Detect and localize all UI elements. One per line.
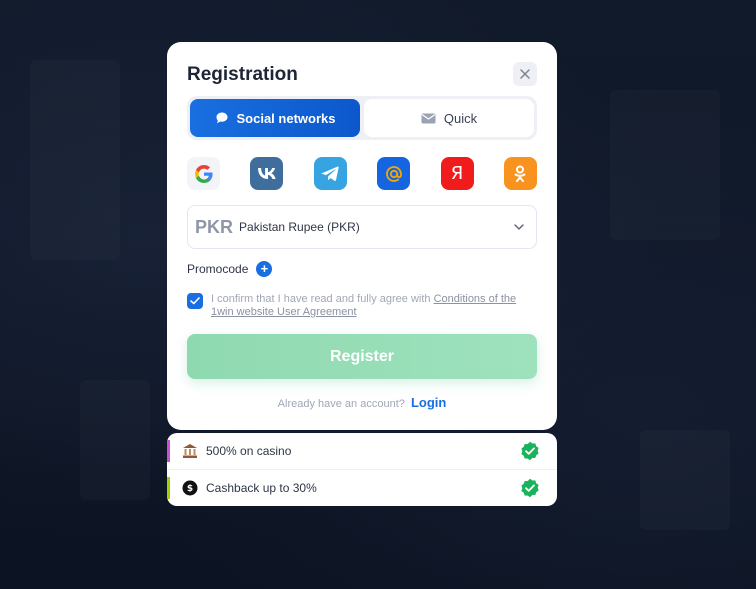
close-button[interactable] [513,62,537,86]
google-icon [194,164,213,183]
bonus-row-cashback: $ Cashback up to 30% [167,469,557,505]
checkmark-icon [190,297,200,305]
svg-text:$: $ [187,484,193,494]
bonus-panel: 500% on casino $ Cashback up to 30% [167,433,557,506]
odnoklassniki-icon [514,165,526,182]
modal-title: Registration [187,64,298,85]
registration-modal: Registration Social networks Quick Я PKR… [167,42,557,430]
bonus-accent-bar [167,440,170,462]
tab-social-networks-label: Social networks [236,110,336,126]
login-row: Already have an account? Login [167,395,557,410]
currency-code: PKR [195,216,234,237]
vk-button[interactable] [250,157,284,190]
verified-check-icon [521,441,539,461]
vk-icon [257,168,276,179]
bonus-row-casino: 500% on casino [167,433,557,469]
currency-name: Pakistan Rupee (PKR) [239,220,360,234]
bonus-text: 500% on casino [206,444,292,458]
add-promocode-button[interactable]: + [256,261,273,277]
bonus-accent-bar [167,477,170,499]
cashback-icon: $ [182,480,198,496]
agreement-text: I confirm that I have read and fully agr… [211,293,537,319]
registration-tabs: Social networks Quick [187,96,537,140]
login-link[interactable]: Login [411,395,446,410]
bonus-text: Cashback up to 30% [206,480,317,495]
odnoklassniki-button[interactable] [503,157,537,190]
promocode-row: Promocode + [187,261,273,277]
bank-icon [182,443,198,459]
chevron-down-icon [514,224,524,230]
agreement-statement: I confirm that I have read and fully agr… [211,293,431,305]
register-button[interactable]: Register [187,334,537,379]
verified-check-icon [521,478,539,497]
mail-ru-button[interactable] [377,157,411,190]
google-button[interactable] [187,157,220,190]
yandex-icon: Я [450,162,464,184]
agreement-row: I confirm that I have read and fully agr… [187,293,537,319]
yandex-button[interactable]: Я [440,157,474,190]
login-prompt: Already have an account? [277,398,405,410]
telegram-icon [321,166,339,181]
agreement-checkbox[interactable] [187,293,203,309]
promocode-label: Promocode [187,262,249,276]
chat-bubble-icon [216,112,227,124]
envelope-icon [421,113,436,123]
mail-at-icon [385,165,402,182]
tab-quick-label: Quick [443,110,478,126]
telegram-button[interactable] [313,157,347,190]
close-icon [520,69,530,79]
social-network-buttons: Я [187,157,537,190]
tab-social-networks[interactable]: Social networks [190,99,360,137]
currency-select[interactable]: PKR Pakistan Rupee (PKR) [187,205,537,249]
tab-quick[interactable]: Quick [364,99,534,137]
